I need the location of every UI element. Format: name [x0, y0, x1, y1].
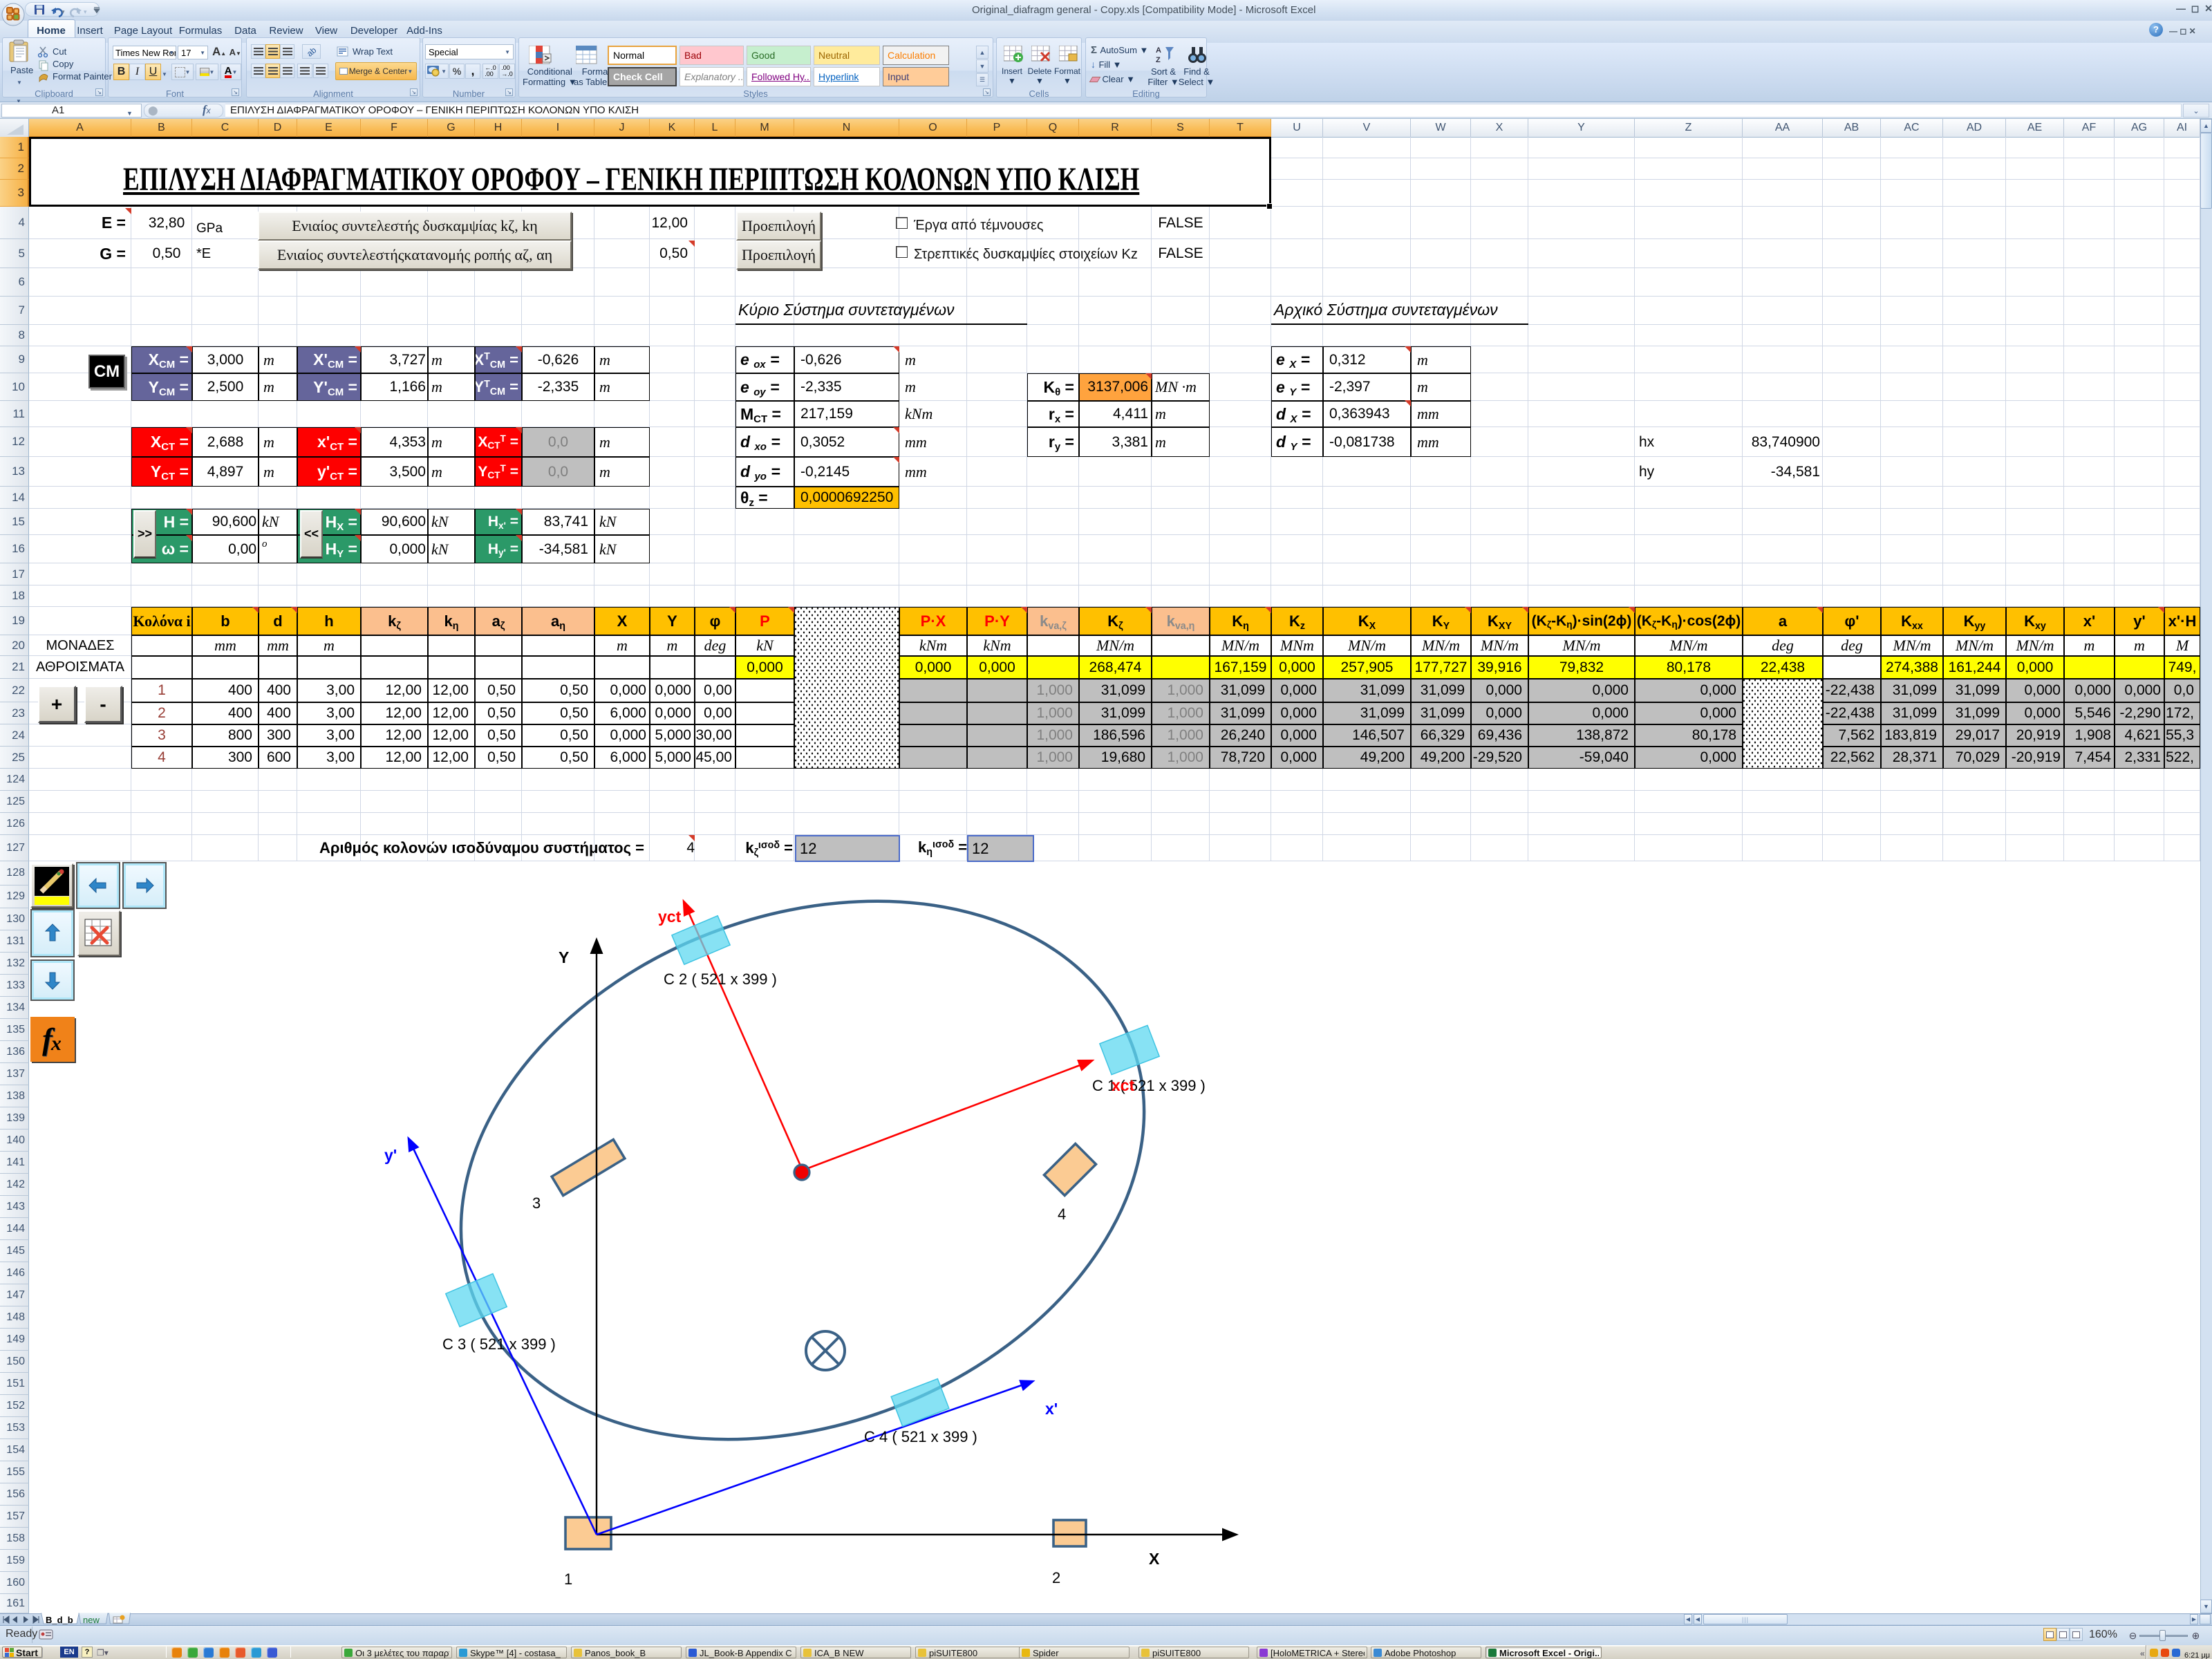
svg-text:▾: ▾	[62, 8, 65, 15]
svg-text:4: 4	[1058, 1206, 1066, 1223]
svg-text:Y: Y	[559, 948, 569, 966]
svg-text:▾: ▾	[84, 8, 87, 15]
svg-text:C 4 ( 521 x 399 ): C 4 ( 521 x 399 )	[864, 1428, 977, 1445]
svg-text:C 3 ( 521 x 399 ): C 3 ( 521 x 399 )	[442, 1335, 556, 1353]
svg-text:xct: xct	[1112, 1076, 1135, 1094]
svg-text:C 1 ( 521 x 399 ): C 1 ( 521 x 399 )	[1092, 1077, 1206, 1094]
svg-text:y': y'	[384, 1146, 397, 1164]
svg-text:A: A	[1156, 46, 1161, 55]
svg-text:1: 1	[564, 1571, 572, 1588]
svg-text:2: 2	[1052, 1569, 1060, 1586]
svg-text:yct: yct	[658, 908, 682, 926]
svg-text:3: 3	[532, 1194, 541, 1212]
svg-text:C 2 ( 521 x 399 ): C 2 ( 521 x 399 )	[664, 971, 777, 988]
svg-text:X: X	[1149, 1550, 1160, 1568]
svg-text:x': x'	[1045, 1400, 1058, 1418]
svg-text:Z: Z	[1156, 56, 1161, 64]
